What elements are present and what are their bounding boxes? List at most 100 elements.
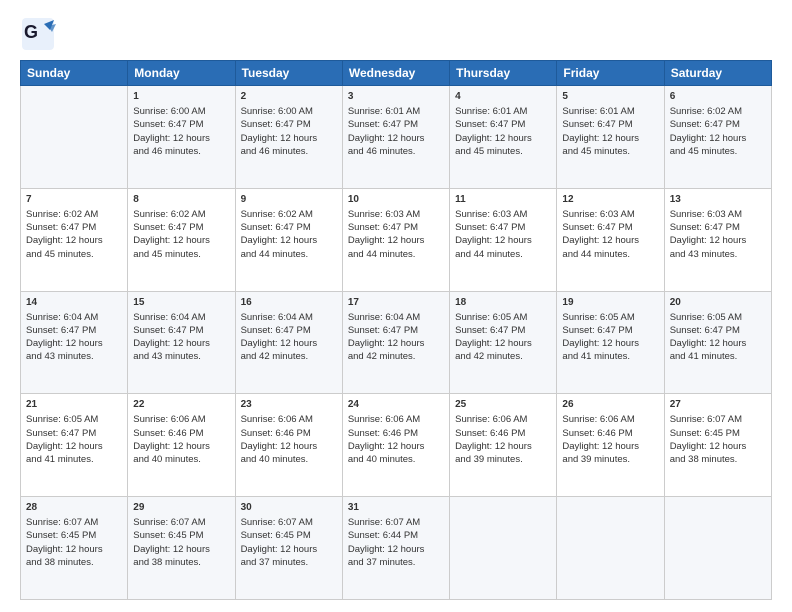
day-info-line: Daylight: 12 hours: [133, 234, 229, 247]
cell-w5-d3: 30Sunrise: 6:07 AMSunset: 6:45 PMDayligh…: [235, 497, 342, 600]
day-number: 17: [348, 296, 444, 310]
day-info-line: Sunrise: 6:03 AM: [348, 208, 444, 221]
day-info-line: Daylight: 12 hours: [455, 234, 551, 247]
col-header-friday: Friday: [557, 61, 664, 86]
day-number: 8: [133, 193, 229, 207]
day-info-line: Daylight: 12 hours: [26, 543, 122, 556]
day-info-line: Sunset: 6:44 PM: [348, 529, 444, 542]
cell-w5-d4: 31Sunrise: 6:07 AMSunset: 6:44 PMDayligh…: [342, 497, 449, 600]
day-info-line: Sunset: 6:47 PM: [133, 324, 229, 337]
day-info-line: Daylight: 12 hours: [348, 440, 444, 453]
day-info-line: and 40 minutes.: [348, 453, 444, 466]
day-number: 5: [562, 90, 658, 104]
day-info-line: Daylight: 12 hours: [348, 543, 444, 556]
day-number: 16: [241, 296, 337, 310]
day-info-line: Sunset: 6:47 PM: [26, 427, 122, 440]
day-info-line: Daylight: 12 hours: [133, 543, 229, 556]
day-info-line: Sunrise: 6:06 AM: [241, 413, 337, 426]
day-number: 7: [26, 193, 122, 207]
day-info-line: Daylight: 12 hours: [562, 132, 658, 145]
day-info-line: Sunrise: 6:06 AM: [455, 413, 551, 426]
day-info-line: Sunrise: 6:03 AM: [455, 208, 551, 221]
week-row-3: 14Sunrise: 6:04 AMSunset: 6:47 PMDayligh…: [21, 291, 772, 394]
cell-w2-d5: 11Sunrise: 6:03 AMSunset: 6:47 PMDayligh…: [450, 188, 557, 291]
day-info-line: Sunset: 6:45 PM: [26, 529, 122, 542]
cell-w3-d4: 17Sunrise: 6:04 AMSunset: 6:47 PMDayligh…: [342, 291, 449, 394]
day-info-line: and 38 minutes.: [26, 556, 122, 569]
day-info-line: and 41 minutes.: [562, 350, 658, 363]
cell-w1-d5: 4Sunrise: 6:01 AMSunset: 6:47 PMDaylight…: [450, 86, 557, 189]
day-info-line: Sunrise: 6:01 AM: [455, 105, 551, 118]
header: G: [20, 16, 772, 52]
day-info-line: Sunset: 6:46 PM: [562, 427, 658, 440]
day-number: 25: [455, 398, 551, 412]
day-info-line: Sunrise: 6:05 AM: [455, 311, 551, 324]
day-info-line: and 42 minutes.: [348, 350, 444, 363]
week-row-4: 21Sunrise: 6:05 AMSunset: 6:47 PMDayligh…: [21, 394, 772, 497]
day-info-line: Daylight: 12 hours: [241, 234, 337, 247]
day-info-line: Sunrise: 6:07 AM: [26, 516, 122, 529]
day-info-line: Sunrise: 6:00 AM: [241, 105, 337, 118]
day-info-line: Sunset: 6:47 PM: [562, 324, 658, 337]
day-number: 20: [670, 296, 766, 310]
col-header-thursday: Thursday: [450, 61, 557, 86]
day-info-line: Daylight: 12 hours: [241, 132, 337, 145]
week-row-2: 7Sunrise: 6:02 AMSunset: 6:47 PMDaylight…: [21, 188, 772, 291]
day-info-line: Sunrise: 6:07 AM: [241, 516, 337, 529]
cell-w1-d7: 6Sunrise: 6:02 AMSunset: 6:47 PMDaylight…: [664, 86, 771, 189]
day-info-line: Sunset: 6:45 PM: [133, 529, 229, 542]
day-info-line: Daylight: 12 hours: [670, 337, 766, 350]
day-info-line: Sunset: 6:47 PM: [455, 221, 551, 234]
day-info-line: Sunset: 6:47 PM: [348, 324, 444, 337]
day-info-line: Sunrise: 6:06 AM: [133, 413, 229, 426]
cell-w1-d6: 5Sunrise: 6:01 AMSunset: 6:47 PMDaylight…: [557, 86, 664, 189]
day-info-line: Sunset: 6:47 PM: [348, 118, 444, 131]
day-info-line: Sunset: 6:47 PM: [241, 221, 337, 234]
day-info-line: and 44 minutes.: [348, 248, 444, 261]
day-info-line: Sunset: 6:47 PM: [670, 221, 766, 234]
day-info-line: Sunset: 6:47 PM: [133, 221, 229, 234]
cell-w1-d2: 1Sunrise: 6:00 AMSunset: 6:47 PMDaylight…: [128, 86, 235, 189]
day-info-line: Sunset: 6:47 PM: [26, 221, 122, 234]
day-number: 28: [26, 501, 122, 515]
day-info-line: and 41 minutes.: [26, 453, 122, 466]
day-info-line: Daylight: 12 hours: [133, 440, 229, 453]
day-info-line: Daylight: 12 hours: [26, 337, 122, 350]
cell-w3-d2: 15Sunrise: 6:04 AMSunset: 6:47 PMDayligh…: [128, 291, 235, 394]
page: G SundayMondayTuesdayWednesdayThursdayFr…: [0, 0, 792, 612]
cell-w3-d6: 19Sunrise: 6:05 AMSunset: 6:47 PMDayligh…: [557, 291, 664, 394]
day-info-line: Sunrise: 6:05 AM: [562, 311, 658, 324]
day-number: 2: [241, 90, 337, 104]
cell-w5-d6: [557, 497, 664, 600]
day-info-line: and 42 minutes.: [241, 350, 337, 363]
cell-w1-d4: 3Sunrise: 6:01 AMSunset: 6:47 PMDaylight…: [342, 86, 449, 189]
day-info-line: and 40 minutes.: [133, 453, 229, 466]
day-number: 6: [670, 90, 766, 104]
day-info-line: Daylight: 12 hours: [562, 440, 658, 453]
day-number: 10: [348, 193, 444, 207]
day-info-line: and 46 minutes.: [241, 145, 337, 158]
week-row-5: 28Sunrise: 6:07 AMSunset: 6:45 PMDayligh…: [21, 497, 772, 600]
day-info-line: Sunset: 6:47 PM: [562, 118, 658, 131]
day-number: 30: [241, 501, 337, 515]
day-info-line: Sunset: 6:47 PM: [26, 324, 122, 337]
day-info-line: Sunrise: 6:04 AM: [26, 311, 122, 324]
day-info-line: Sunrise: 6:01 AM: [348, 105, 444, 118]
day-info-line: and 42 minutes.: [455, 350, 551, 363]
day-info-line: Sunset: 6:45 PM: [241, 529, 337, 542]
cell-w3-d5: 18Sunrise: 6:05 AMSunset: 6:47 PMDayligh…: [450, 291, 557, 394]
day-number: 24: [348, 398, 444, 412]
day-info-line: and 38 minutes.: [670, 453, 766, 466]
day-info-line: Sunset: 6:46 PM: [133, 427, 229, 440]
day-info-line: Sunrise: 6:05 AM: [26, 413, 122, 426]
day-info-line: Daylight: 12 hours: [241, 337, 337, 350]
day-info-line: Sunset: 6:45 PM: [670, 427, 766, 440]
day-number: 23: [241, 398, 337, 412]
day-info-line: Daylight: 12 hours: [26, 440, 122, 453]
cell-w4-d5: 25Sunrise: 6:06 AMSunset: 6:46 PMDayligh…: [450, 394, 557, 497]
day-info-line: Daylight: 12 hours: [133, 337, 229, 350]
day-info-line: Sunrise: 6:04 AM: [348, 311, 444, 324]
cell-w2-d2: 8Sunrise: 6:02 AMSunset: 6:47 PMDaylight…: [128, 188, 235, 291]
day-info-line: Daylight: 12 hours: [241, 543, 337, 556]
day-number: 14: [26, 296, 122, 310]
